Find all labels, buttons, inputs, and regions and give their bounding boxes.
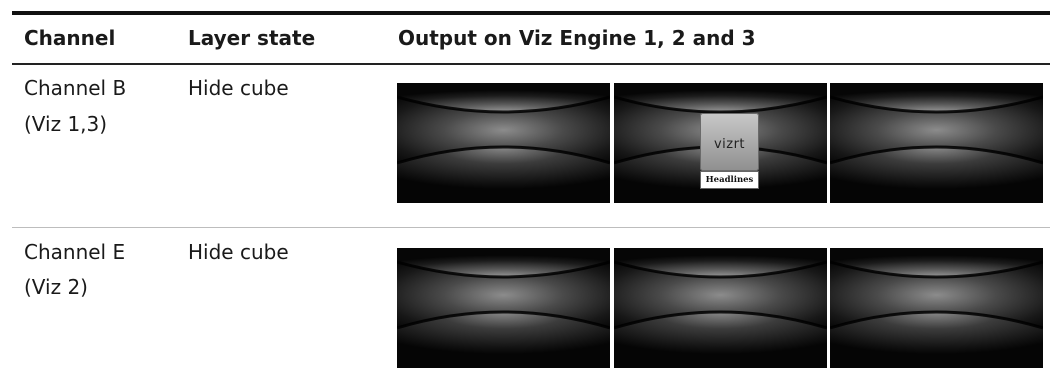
table-row: Channel B (Viz 1,3) Hide cube vizrt Head… bbox=[12, 65, 1050, 227]
viz-output-thumbnail bbox=[830, 248, 1043, 368]
header-layer-state: Layer state bbox=[188, 26, 316, 50]
vizrt-logo: vizrt bbox=[713, 136, 746, 152]
viz-output-thumbnail bbox=[830, 83, 1043, 203]
viz-output-thumbnail bbox=[614, 248, 827, 368]
header-channel: Channel bbox=[24, 26, 116, 50]
header-output: Output on Viz Engine 1, 2 and 3 bbox=[398, 26, 756, 50]
channel-name: Channel E bbox=[24, 240, 126, 264]
channel-name: Channel B bbox=[24, 76, 127, 100]
vizrt-cube: vizrt Headlines bbox=[700, 113, 759, 189]
output-thumbnails bbox=[397, 248, 1043, 368]
layer-state: Hide cube bbox=[188, 240, 289, 264]
table-row: Channel E (Viz 2) Hide cube bbox=[12, 228, 1050, 382]
channel-engines: (Viz 2) bbox=[24, 275, 88, 299]
viz-output-thumbnail: vizrt Headlines bbox=[614, 83, 827, 203]
viz-output-thumbnail bbox=[397, 248, 610, 368]
viz-output-thumbnail bbox=[397, 83, 610, 203]
cube-face: vizrt bbox=[700, 113, 759, 171]
cube-headlines-label: Headlines bbox=[700, 171, 759, 189]
layer-state: Hide cube bbox=[188, 76, 289, 100]
channel-engines: (Viz 1,3) bbox=[24, 112, 108, 136]
table-header-row: Channel Layer state Output on Viz Engine… bbox=[12, 15, 1050, 63]
output-thumbnails: vizrt Headlines bbox=[397, 83, 1043, 203]
